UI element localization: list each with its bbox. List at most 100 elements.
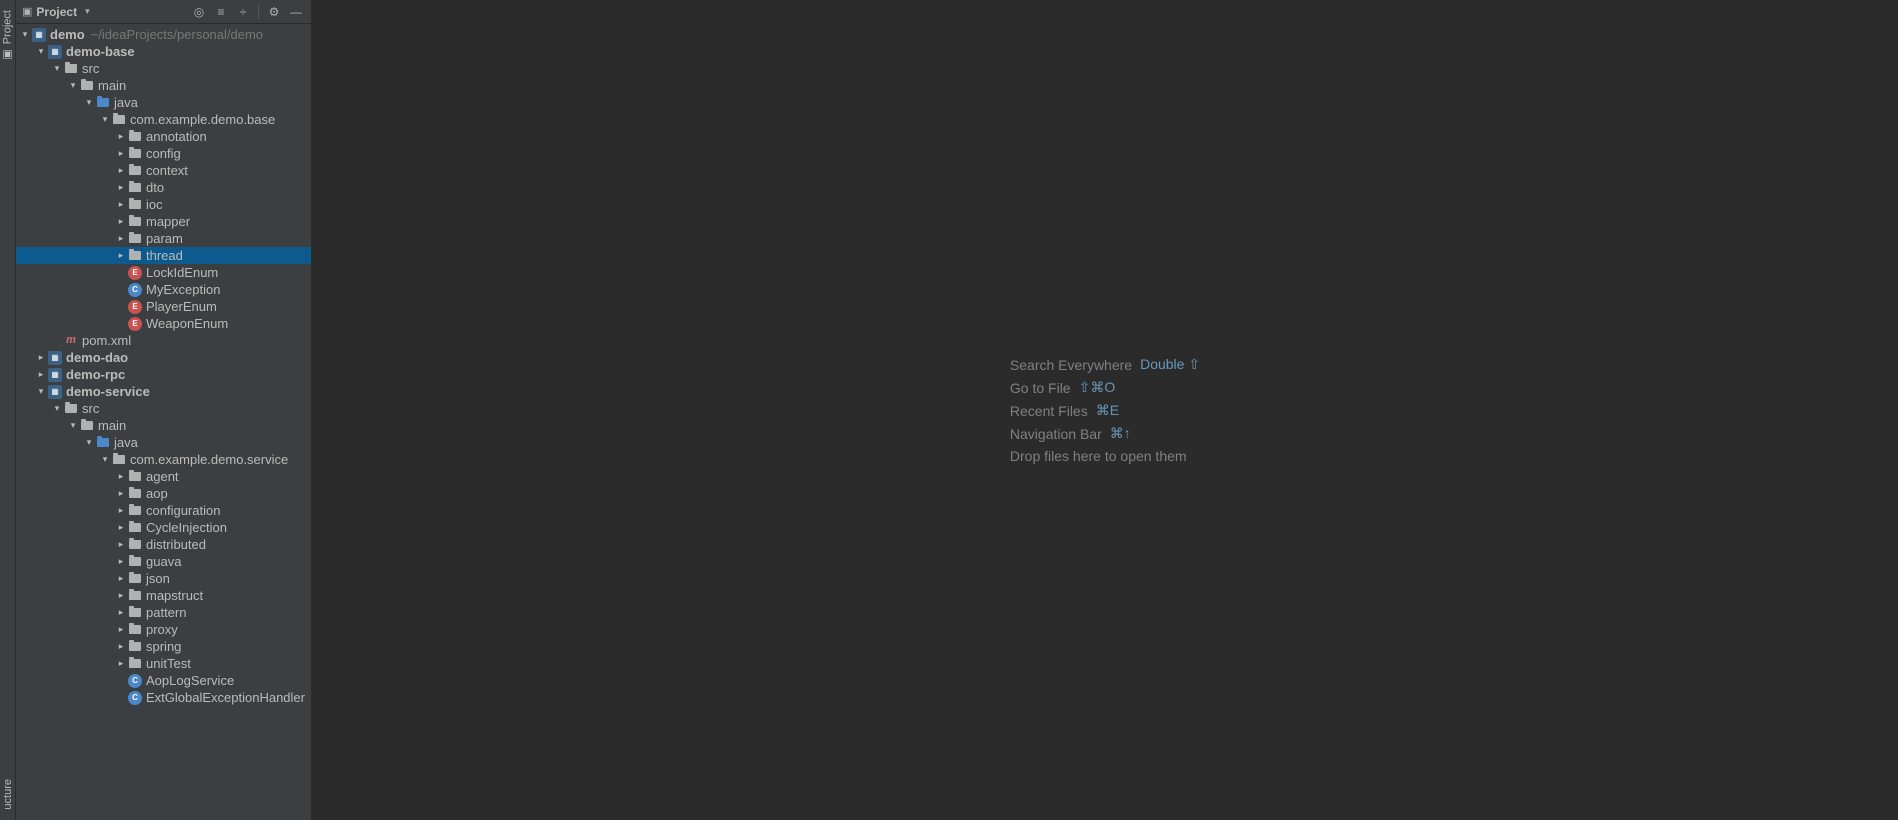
tree-item[interactable]: ▸CAopLogService — [16, 672, 311, 689]
expand-arrow-down-icon[interactable]: ▾ — [84, 98, 94, 108]
sidebar-tab-project[interactable]: ▣ Project — [1, 6, 14, 65]
tree-item[interactable]: ▾▦demo-service — [16, 383, 311, 400]
expand-arrow-down-icon[interactable]: ▾ — [84, 438, 94, 448]
tree-item-label: main — [98, 77, 126, 94]
package-icon — [128, 164, 142, 178]
collapse-all-icon[interactable]: ÷ — [234, 3, 252, 21]
module-icon: ▦ — [48, 368, 62, 382]
expand-arrow-right-icon[interactable]: ▸ — [116, 489, 126, 499]
tree-item[interactable]: ▸distributed — [16, 536, 311, 553]
tree-item[interactable]: ▸ pattern — [16, 604, 311, 621]
tree-item[interactable]: ▸annotation — [16, 128, 311, 145]
tree-item[interactable]: ▸CycleInjection — [16, 519, 311, 536]
drop-files-hint: Drop files here to open them — [1010, 448, 1200, 464]
tree-item[interactable]: ▸▦ demo-rpc — [16, 366, 311, 383]
expand-arrow-right-icon[interactable]: ▸ — [116, 183, 126, 193]
tree-item[interactable]: ▸ unitTest — [16, 655, 311, 672]
tree-item-label: unitTest — [146, 655, 191, 672]
expand-arrow-right-icon[interactable]: ▸ — [116, 557, 126, 567]
expand-arrow-right-icon[interactable]: ▸ — [116, 506, 126, 516]
tree-item[interactable]: ▸dto — [16, 179, 311, 196]
tree-item[interactable]: ▾com.example.demo.service — [16, 451, 311, 468]
expand-arrow-down-icon[interactable]: ▾ — [52, 404, 62, 414]
editor-hint-row: Go to File⇧⌘O — [1010, 379, 1200, 396]
tree-item-label: java — [114, 434, 138, 451]
editor-area[interactable]: Search EverywhereDouble ⇧Go to File⇧⌘ORe… — [312, 0, 1898, 820]
expand-arrow-down-icon[interactable]: ▾ — [52, 64, 62, 74]
expand-arrow-right-icon[interactable]: ▸ — [116, 234, 126, 244]
tree-item[interactable]: ▸thread — [16, 247, 311, 264]
tree-item[interactable]: ▾▦demo-base — [16, 43, 311, 60]
project-panel-title-section[interactable]: ▣ Project ▾ — [22, 5, 186, 19]
tree-item[interactable]: ▸agent — [16, 468, 311, 485]
expand-arrow-right-icon[interactable]: ▸ — [116, 132, 126, 142]
tree-item[interactable]: ▸CMyException — [16, 281, 311, 298]
tree-item[interactable]: ▸ mapstruct — [16, 587, 311, 604]
tree-item[interactable]: ▸aop — [16, 485, 311, 502]
module-icon: ▦ — [48, 351, 62, 365]
tree-item[interactable]: ▸EPlayerEnum — [16, 298, 311, 315]
expand-arrow-right-icon[interactable]: ▸ — [116, 625, 126, 635]
tree-item[interactable]: ▸ioc — [16, 196, 311, 213]
expand-arrow-right-icon[interactable]: ▸ — [116, 217, 126, 227]
hint-shortcut: ⌘↑ — [1110, 425, 1131, 442]
enum-class-icon: E — [128, 300, 142, 314]
tree-item-label: demo-rpc — [66, 366, 125, 383]
tree-item[interactable]: ▸CExtGlobalExceptionHandler — [16, 689, 311, 706]
expand-arrow-right-icon[interactable]: ▸ — [116, 166, 126, 176]
enum-class-icon: E — [128, 317, 142, 331]
expand-arrow-down-icon[interactable]: ▾ — [36, 47, 46, 57]
tree-item[interactable]: ▸spring — [16, 638, 311, 655]
expand-arrow-right-icon[interactable]: ▸ — [116, 472, 126, 482]
expand-arrow-right-icon[interactable]: ▸ — [116, 642, 126, 652]
tree-item[interactable]: ▸configuration — [16, 502, 311, 519]
expand-arrow-right-icon[interactable]: ▸ — [116, 659, 126, 669]
expand-arrow-right-icon[interactable]: ▸ — [116, 200, 126, 210]
expand-arrow-down-icon[interactable]: ▾ — [68, 421, 78, 431]
tree-item-label: pattern — [146, 604, 186, 621]
folder-icon — [80, 419, 94, 433]
tree-item[interactable]: ▸ELockIdEnum — [16, 264, 311, 281]
expand-arrow-right-icon[interactable]: ▸ — [36, 370, 46, 380]
tree-item[interactable]: ▾com.example.demo.base — [16, 111, 311, 128]
project-tree[interactable]: ▾▦demo~/ideaProjects/personal/demo▾▦demo… — [16, 24, 311, 820]
tree-item[interactable]: ▸EWeaponEnum — [16, 315, 311, 332]
tree-item-label: mapstruct — [146, 587, 203, 604]
expand-arrow-down-icon[interactable]: ▾ — [100, 455, 110, 465]
expand-arrow-right-icon[interactable]: ▸ — [116, 574, 126, 584]
tree-item[interactable]: ▸json — [16, 570, 311, 587]
tree-item[interactable]: ▾ java — [16, 434, 311, 451]
tree-item[interactable]: ▾ main — [16, 77, 311, 94]
expand-arrow-right-icon[interactable]: ▸ — [116, 540, 126, 550]
expand-arrow-down-icon[interactable]: ▾ — [68, 81, 78, 91]
target-icon[interactable]: ◎ — [190, 3, 208, 21]
expand-arrow-down-icon[interactable]: ▾ — [20, 30, 30, 40]
expand-arrow-right-icon[interactable]: ▸ — [116, 608, 126, 618]
tree-item[interactable]: ▸guava — [16, 553, 311, 570]
expand-arrow-down-icon[interactable]: ▾ — [100, 115, 110, 125]
expand-arrow-right-icon[interactable]: ▸ — [116, 523, 126, 533]
sidebar-tab-structure[interactable]: ucture — [2, 775, 14, 814]
expand-arrow-right-icon[interactable]: ▸ — [116, 149, 126, 159]
minimize-icon[interactable]: — — [287, 3, 305, 21]
expand-arrow-right-icon[interactable]: ▸ — [116, 591, 126, 601]
tree-item[interactable]: ▾src — [16, 400, 311, 417]
tree-item[interactable]: ▸mpom.xml — [16, 332, 311, 349]
tree-item[interactable]: ▸mapper — [16, 213, 311, 230]
tree-item[interactable]: ▸▦demo-dao — [16, 349, 311, 366]
package-icon — [128, 640, 142, 654]
tree-item[interactable]: ▾java — [16, 94, 311, 111]
tree-item[interactable]: ▾src — [16, 60, 311, 77]
tree-item[interactable]: ▸context — [16, 162, 311, 179]
expand-all-icon[interactable]: ≡ — [212, 3, 230, 21]
tree-item[interactable]: ▸proxy — [16, 621, 311, 638]
expand-arrow-right-icon[interactable]: ▸ — [36, 353, 46, 363]
tree-item[interactable]: ▾▦demo~/ideaProjects/personal/demo — [16, 26, 311, 43]
expand-arrow-right-icon[interactable]: ▸ — [116, 251, 126, 261]
gear-icon[interactable]: ⚙ — [265, 3, 283, 21]
tree-item[interactable]: ▸config — [16, 145, 311, 162]
tree-item[interactable]: ▾main — [16, 417, 311, 434]
package-icon — [128, 215, 142, 229]
expand-arrow-down-icon[interactable]: ▾ — [36, 387, 46, 397]
tree-item[interactable]: ▸param — [16, 230, 311, 247]
